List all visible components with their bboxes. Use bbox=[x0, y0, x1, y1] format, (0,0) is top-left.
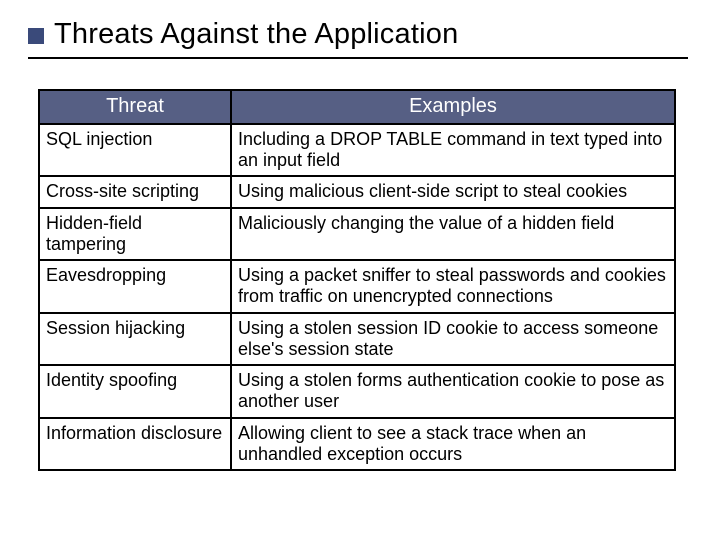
cell-threat: Information disclosure bbox=[39, 418, 231, 470]
table-header-row: Threat Examples bbox=[39, 90, 675, 124]
table-row: SQL injection Including a DROP TABLE com… bbox=[39, 124, 675, 176]
slide: Threats Against the Application Threat E… bbox=[0, 0, 720, 540]
header-examples: Examples bbox=[231, 90, 675, 124]
threats-table: Threat Examples SQL injection Including … bbox=[38, 89, 676, 471]
table-row: Information disclosure Allowing client t… bbox=[39, 418, 675, 470]
table-row: Session hijacking Using a stolen session… bbox=[39, 313, 675, 365]
table-row: Cross-site scripting Using malicious cli… bbox=[39, 176, 675, 207]
cell-example: Maliciously changing the value of a hidd… bbox=[231, 208, 675, 260]
cell-example: Using malicious client-side script to st… bbox=[231, 176, 675, 207]
title-underline bbox=[28, 57, 688, 59]
cell-example: Using a stolen forms authentication cook… bbox=[231, 365, 675, 417]
cell-threat: SQL injection bbox=[39, 124, 231, 176]
cell-example: Using a stolen session ID cookie to acce… bbox=[231, 313, 675, 365]
cell-threat: Eavesdropping bbox=[39, 260, 231, 312]
table-row: Eavesdropping Using a packet sniffer to … bbox=[39, 260, 675, 312]
cell-threat: Session hijacking bbox=[39, 313, 231, 365]
header-threat: Threat bbox=[39, 90, 231, 124]
title-bullet-icon bbox=[28, 28, 44, 44]
cell-threat: Cross-site scripting bbox=[39, 176, 231, 207]
cell-threat: Hidden-field tampering bbox=[39, 208, 231, 260]
cell-example: Including a DROP TABLE command in text t… bbox=[231, 124, 675, 176]
cell-example: Using a packet sniffer to steal password… bbox=[231, 260, 675, 312]
cell-threat: Identity spoofing bbox=[39, 365, 231, 417]
cell-example: Allowing client to see a stack trace whe… bbox=[231, 418, 675, 470]
table-row: Identity spoofing Using a stolen forms a… bbox=[39, 365, 675, 417]
table-row: Hidden-field tampering Maliciously chang… bbox=[39, 208, 675, 260]
slide-title: Threats Against the Application bbox=[54, 18, 458, 51]
title-row: Threats Against the Application bbox=[28, 18, 698, 51]
